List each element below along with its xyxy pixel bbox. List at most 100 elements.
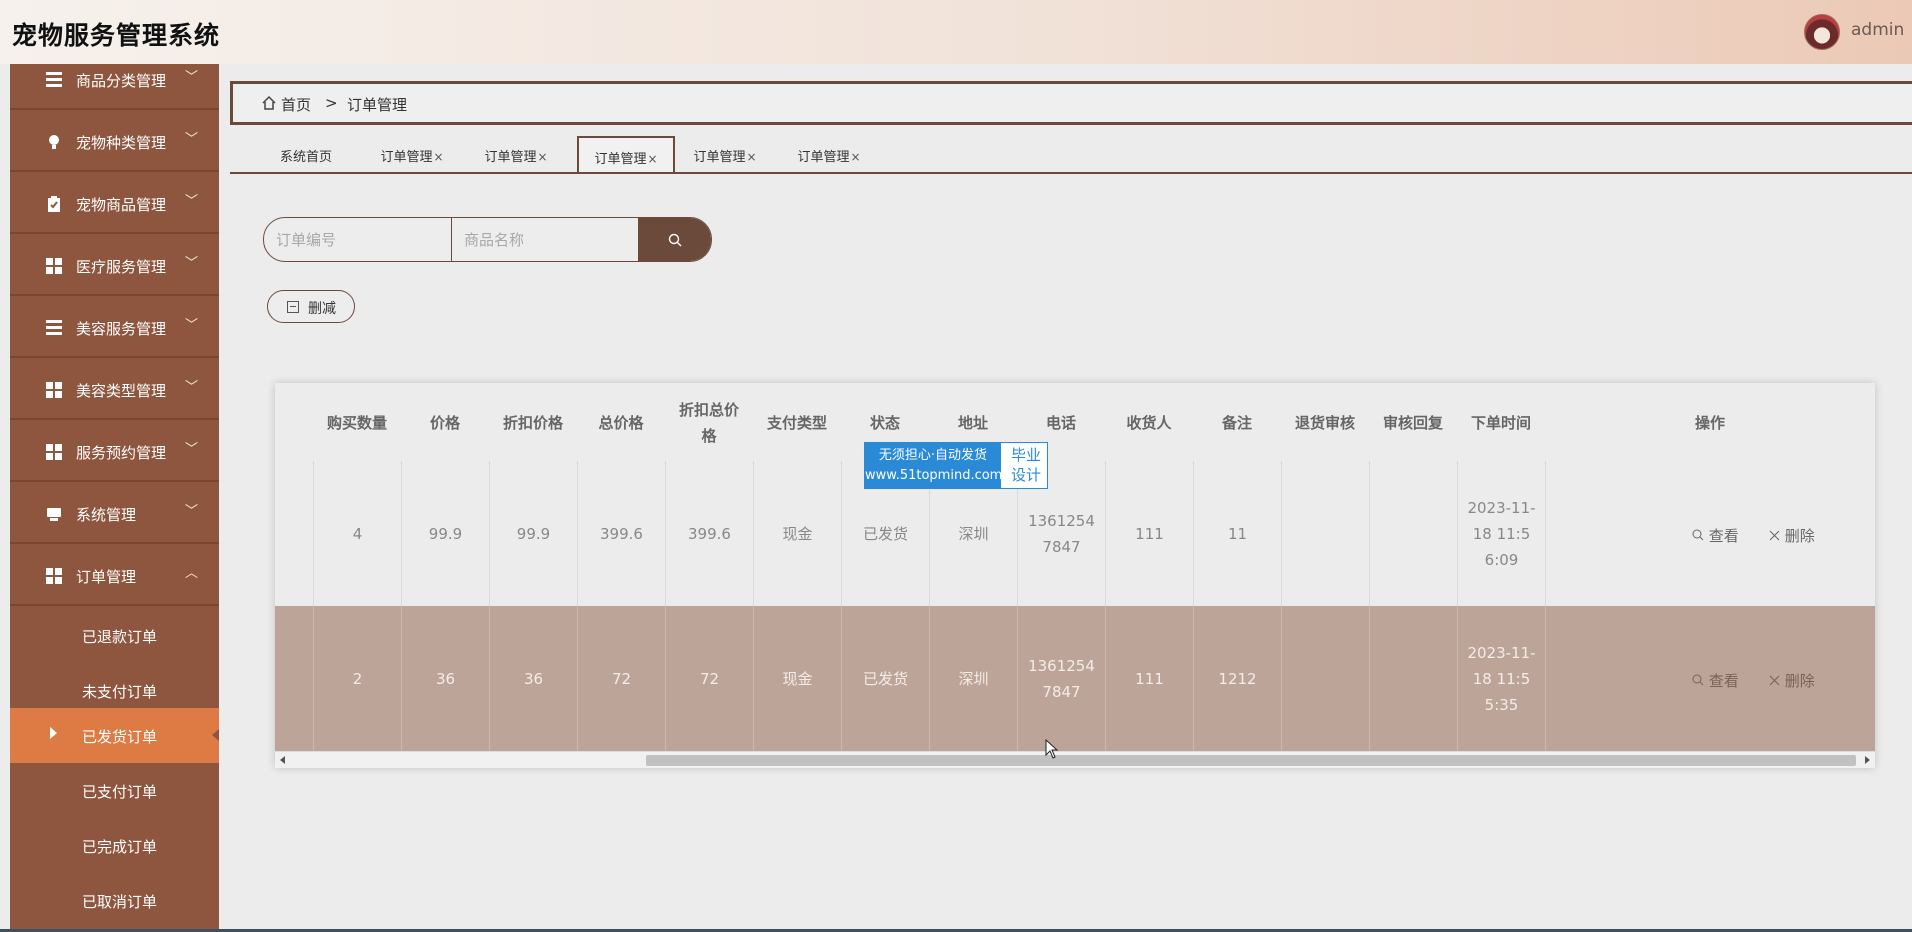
lines-icon [46, 72, 62, 88]
horizontal-scrollbar[interactable] [275, 751, 1875, 768]
sidebar-item-service-booking[interactable]: 服务预约管理 ﹀ [10, 422, 219, 482]
grid-icon [46, 568, 62, 584]
col-header[interactable]: 退货审核 [1281, 383, 1369, 463]
col-header[interactable]: 总价格 [577, 383, 665, 463]
chevron-down-icon: ﹀ [185, 442, 199, 457]
sidebar-item-beauty-service[interactable]: 美容服务管理 ﹀ [10, 298, 219, 358]
cell-quantity: 4 [313, 461, 401, 606]
tab-orders-2[interactable]: 订单管理× [464, 136, 568, 170]
tab-system-home[interactable]: 系统首页 [254, 136, 358, 170]
breadcrumb-home[interactable]: 首页 [281, 94, 311, 115]
cell-address: 深圳 [929, 606, 1017, 751]
cell-total: 399.6 [577, 461, 665, 606]
tab-orders-4[interactable]: 订单管理× [673, 136, 777, 170]
sidebar-sub-refunded-orders[interactable]: 已退款订单 [10, 608, 219, 663]
order-number-input[interactable] [264, 218, 451, 261]
sidebar-item-beauty-type[interactable]: 美容类型管理 ﹀ [10, 360, 219, 420]
cell-discount-total: 72 [665, 606, 753, 751]
cell-order-time: 2023-11-18 11:55:35 [1457, 606, 1545, 751]
cell-total: 72 [577, 606, 665, 751]
cell-price: 99.9 [401, 461, 489, 606]
sidebar-item-product-category[interactable]: 商品分类管理 ﹀ [10, 64, 219, 110]
cell-remark: 1212 [1193, 606, 1281, 751]
sidebar-item-pet-species[interactable]: 宠物种类管理 ﹀ [10, 112, 219, 172]
chevron-up-icon: ︿ [185, 566, 199, 581]
cell-discount-total: 399.6 [665, 461, 753, 606]
search-icon [668, 233, 682, 247]
close-icon[interactable]: × [433, 150, 443, 164]
breadcrumb-current: 订单管理 [347, 96, 408, 114]
user-name[interactable]: admin [1851, 20, 1904, 40]
close-icon[interactable]: × [647, 152, 657, 166]
view-button[interactable]: 查看 [1692, 668, 1739, 694]
clipboard-icon [46, 196, 62, 212]
sidebar-item-orders[interactable]: 订单管理 ︿ [10, 546, 219, 606]
sidebar-sub-shipped-orders[interactable]: 已发货订单 [10, 708, 219, 763]
cell-quantity: 2 [313, 606, 401, 751]
chevron-down-icon: ﹀ [185, 194, 199, 209]
chevron-down-icon: ﹀ [185, 70, 199, 85]
sidebar-item-pet-products[interactable]: 宠物商品管理 ﹀ [10, 174, 219, 234]
mouse-cursor-icon [1045, 738, 1059, 763]
product-name-input[interactable] [452, 218, 638, 261]
col-header[interactable]: 价格 [401, 383, 489, 463]
grid-icon [46, 258, 62, 274]
cell-discount-price: 36 [489, 606, 577, 751]
tab-orders-3[interactable]: 订单管理× [577, 136, 675, 172]
col-header[interactable]: 收货人 [1105, 383, 1193, 463]
scroll-thumb[interactable] [646, 755, 1856, 766]
search-button[interactable] [638, 218, 711, 261]
table-row[interactable]: 4 99.9 99.9 399.6 399.6 现金 已发货 深圳 136125… [275, 461, 1875, 606]
bulb-icon [46, 134, 62, 150]
cell-order-time: 2023-11-18 11:56:09 [1457, 461, 1545, 606]
cell-discount-price: 99.9 [489, 461, 577, 606]
sidebar-item-medical-service[interactable]: 医疗服务管理 ﹀ [10, 236, 219, 296]
cell-receiver: 111 [1105, 606, 1193, 751]
active-indicator [212, 729, 219, 741]
chevron-down-icon: ﹀ [185, 256, 199, 271]
cell-status: 已发货 [841, 606, 929, 751]
tab-orders-1[interactable]: 订单管理× [360, 136, 464, 170]
cell-actions: 查看 删除 [1545, 461, 1875, 606]
orders-table: 购买数量 价格 折扣价格 总价格 折扣总价格 支付类型 状态 地址 电话 收货人… [275, 383, 1875, 768]
col-header[interactable]: 折扣总价格 [665, 383, 753, 463]
sidebar-sub-cancelled-orders[interactable]: 已取消订单 [10, 873, 219, 928]
cell-review-reply [1369, 461, 1457, 606]
tab-orders-5[interactable]: 订单管理× [777, 136, 881, 170]
cell-receiver: 111 [1105, 461, 1193, 606]
home-icon[interactable] [261, 95, 277, 111]
cell-pay-type: 现金 [753, 606, 841, 751]
watermark-badge: 无须担心·自动发货 www.51topmind.com 毕业设计 [864, 442, 1048, 489]
col-header[interactable]: 备注 [1193, 383, 1281, 463]
tab-bar: 系统首页 订单管理× 订单管理× 订单管理× 订单管理× 订单管理× [230, 134, 1912, 174]
search-icon [1692, 674, 1704, 686]
close-icon[interactable]: × [537, 150, 547, 164]
cell-remark: 11 [1193, 461, 1281, 606]
cell-actions: 查看 删除 [1545, 606, 1875, 751]
col-header[interactable]: 下单时间 [1457, 383, 1545, 463]
col-header[interactable]: 购买数量 [313, 383, 401, 463]
close-icon[interactable]: × [850, 150, 860, 164]
sidebar-sub-completed-orders[interactable]: 已完成订单 [10, 818, 219, 873]
chevron-down-icon: ﹀ [185, 504, 199, 519]
col-header[interactable]: 折扣价格 [489, 383, 577, 463]
sidebar-item-system[interactable]: 系统管理 ﹀ [10, 484, 219, 544]
sidebar: 商品分类管理 ﹀ 宠物种类管理 ﹀ 宠物商品管理 ﹀ 医疗服务管理 ﹀ 美容服务… [10, 64, 219, 932]
cell-return-review [1281, 461, 1369, 606]
breadcrumb: 首页 > 订单管理 [230, 81, 1912, 125]
cell-price: 36 [401, 606, 489, 751]
avatar[interactable] [1804, 14, 1840, 50]
col-header[interactable]: 审核回复 [1369, 383, 1457, 463]
col-header[interactable]: 支付类型 [753, 383, 841, 463]
close-icon[interactable]: × [746, 150, 756, 164]
delete-button[interactable]: 删除 [1769, 668, 1815, 694]
scroll-left-arrow[interactable] [280, 756, 285, 764]
view-button[interactable]: 查看 [1692, 523, 1739, 549]
table-row[interactable]: 2 36 36 72 72 现金 已发货 深圳 13612547847 111 … [275, 606, 1875, 751]
delete-button[interactable]: 删除 [1769, 523, 1815, 549]
sidebar-sub-paid-orders[interactable]: 已支付订单 [10, 763, 219, 818]
scroll-right-arrow[interactable] [1865, 756, 1870, 764]
batch-delete-button[interactable]: 删减 [267, 290, 355, 323]
chevron-down-icon: ﹀ [185, 132, 199, 147]
cell-review-reply [1369, 606, 1457, 751]
